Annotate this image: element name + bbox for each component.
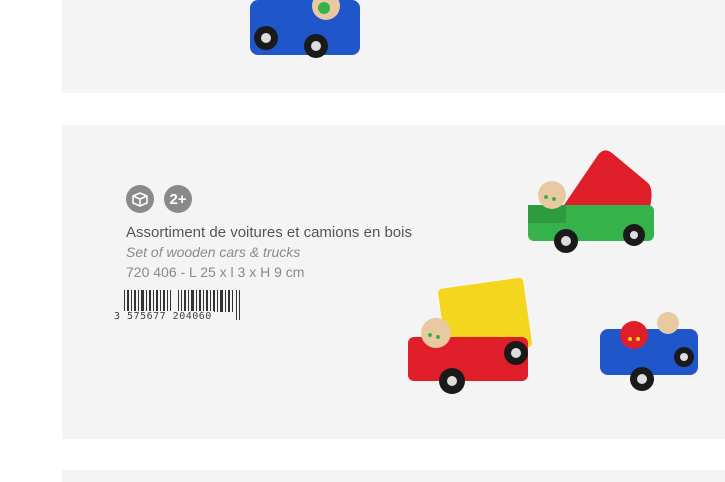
product-card-next <box>62 470 725 482</box>
box-icon <box>126 185 154 213</box>
product-name-en: Set of wooden cars & trucks <box>126 244 301 260</box>
green-truck-image <box>528 150 654 253</box>
barcode: 3 575677 204060 <box>114 290 244 326</box>
age-badge-icon: 2+ <box>164 185 192 213</box>
product-card-previous <box>62 0 725 93</box>
age-badge-label: 2+ <box>169 190 187 208</box>
product-name-fr: Assortiment de voitures et camions en bo… <box>126 224 412 241</box>
product-icons: 2+ <box>126 185 192 213</box>
yellow-truck-image <box>408 277 532 394</box>
blue-car-image <box>250 0 360 58</box>
product-reference: 720 406 - L 25 x l 3 x H 9 cm <box>126 264 305 280</box>
blue-car-image <box>600 312 698 391</box>
product-card: 2+ Assortiment de voitures et camions en… <box>62 125 725 439</box>
barcode-number: 3 575677 204060 <box>114 311 214 322</box>
